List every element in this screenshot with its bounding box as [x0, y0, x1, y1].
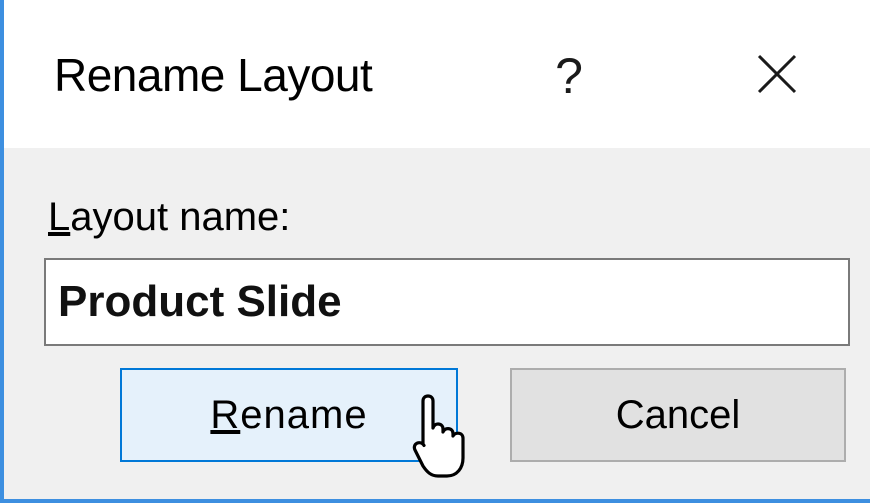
close-button[interactable] — [732, 40, 822, 112]
rename-layout-dialog: Rename Layout ? Layout name: Rename Canc… — [0, 0, 870, 503]
label-mnemonic: L — [48, 195, 71, 239]
layout-name-label: Layout name: — [48, 195, 290, 240]
title-bar: Rename Layout ? — [4, 0, 870, 148]
rename-mnemonic: R — [210, 392, 241, 437]
cancel-button[interactable]: Cancel — [510, 368, 846, 462]
dialog-title: Rename Layout — [54, 49, 373, 101]
rename-button[interactable]: Rename — [120, 368, 458, 462]
label-text: ayout name: — [70, 195, 291, 239]
help-button[interactable]: ? — [534, 40, 604, 112]
close-icon — [757, 54, 797, 94]
rename-label: ename — [240, 392, 368, 437]
cancel-label: Cancel — [615, 392, 741, 437]
help-icon: ? — [555, 48, 583, 104]
layout-name-input[interactable] — [44, 258, 850, 346]
